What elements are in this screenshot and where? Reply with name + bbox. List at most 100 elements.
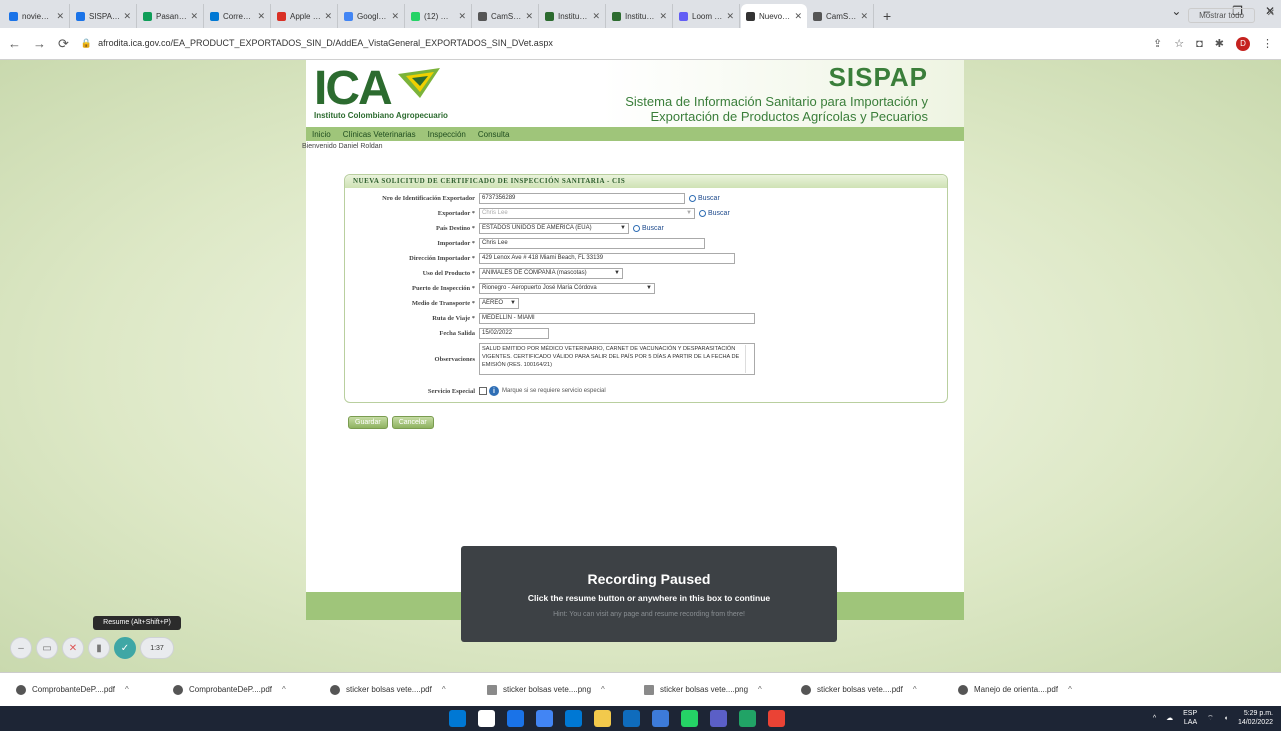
tab-close-icon[interactable]: ✕ — [592, 11, 600, 22]
taskbar-app-icon[interactable] — [710, 710, 727, 727]
browser-tab[interactable]: Loom | Fre✕ — [674, 4, 740, 28]
tab-close-icon[interactable]: ✕ — [391, 11, 399, 22]
menu-icon[interactable]: ⋮ — [1262, 37, 1273, 50]
browser-tab[interactable]: CamScann✕ — [473, 4, 539, 28]
collapse-icon[interactable]: – — [10, 637, 32, 659]
buscar-exportador-id-button[interactable]: Buscar — [689, 194, 720, 202]
recording-paused-box[interactable]: Recording Paused Click the resume button… — [461, 546, 837, 642]
tab-search-icon[interactable]: ⌄ — [1171, 4, 1181, 18]
tray-chevron-icon[interactable]: ^ — [1153, 715, 1156, 722]
download-item[interactable]: sticker bolsas vete....pdf ^ — [791, 684, 948, 695]
forward-icon[interactable]: → — [33, 36, 46, 51]
browser-tab[interactable]: Correo: Dia✕ — [205, 4, 271, 28]
tab-close-icon[interactable]: ✕ — [324, 11, 332, 22]
chevron-up-icon[interactable]: ^ — [1068, 685, 1072, 694]
tab-close-icon[interactable]: ✕ — [458, 11, 466, 22]
download-item[interactable]: sticker bolsas vete....png ^ — [634, 684, 791, 695]
chevron-up-icon[interactable]: ^ — [601, 685, 605, 694]
bookmark-star-icon[interactable]: ☆ — [1174, 37, 1184, 50]
download-item[interactable]: ComprobanteDeP....pdf ^ — [6, 684, 163, 695]
cancel-recording-icon[interactable]: ✕ — [62, 637, 84, 659]
browser-tab[interactable]: Apple Mus✕ — [272, 4, 338, 28]
close-downloads-icon[interactable]: ✕ — [1267, 8, 1275, 19]
tab-close-icon[interactable]: ✕ — [123, 11, 131, 22]
menu-consulta[interactable]: Consulta — [478, 130, 510, 139]
cancelar-button[interactable]: Cancelar — [391, 416, 434, 429]
puerto-select[interactable]: Rionegro - Aeropuerto José María Córdova — [479, 282, 655, 294]
taskbar-app-icon[interactable] — [652, 710, 669, 727]
finish-recording-icon[interactable]: ✓ — [114, 637, 136, 659]
browser-tab[interactable]: SISPAP - Di✕ — [71, 4, 137, 28]
browser-tab[interactable]: Instituto Co✕ — [540, 4, 606, 28]
url-field[interactable]: 🔒 afrodita.ica.gov.co/EA_PRODUCT_EXPORTAD… — [81, 38, 1153, 49]
nro-id-input[interactable]: 6737356289 — [479, 192, 685, 204]
puzzle-icon[interactable]: ✱ — [1215, 37, 1224, 50]
menu-inicio[interactable]: Inicio — [312, 130, 331, 139]
tab-close-icon[interactable]: ✕ — [860, 11, 868, 22]
exportador-select[interactable]: Chris Lee — [479, 207, 695, 219]
browser-tab[interactable]: Instituto Co✕ — [607, 4, 673, 28]
tray-cloud-icon[interactable]: ☁ — [1166, 714, 1173, 722]
resume-icon[interactable]: ▮ — [88, 637, 110, 659]
taskbar-app-icon[interactable] — [768, 710, 785, 727]
chevron-up-icon[interactable]: ^ — [282, 685, 286, 694]
new-tab-button[interactable]: + — [875, 8, 899, 28]
download-item[interactable]: sticker bolsas vete....png ^ — [477, 684, 634, 695]
share-icon[interactable]: ⇪ — [1153, 37, 1162, 50]
tab-close-icon[interactable]: ✕ — [56, 11, 64, 22]
uso-select[interactable]: ANIMALES DE COMPAÑÍA (mascotas) — [479, 267, 623, 279]
clock[interactable]: 5:29 p.m. 14/02/2022 — [1238, 709, 1273, 727]
browser-tab[interactable]: noviembre✕ — [4, 4, 70, 28]
direccion-input[interactable]: 429 Lenox Ave # 418 Miami Beach, FL 3313… — [479, 252, 735, 264]
tab-close-icon[interactable]: ✕ — [794, 11, 802, 22]
volume-icon[interactable]: ◖ — [1224, 715, 1228, 722]
back-icon[interactable]: ← — [8, 36, 21, 51]
wifi-icon[interactable]: ⌔ — [1207, 714, 1214, 723]
browser-tab[interactable]: Google Cal✕ — [339, 4, 405, 28]
taskbar-app-icon[interactable] — [536, 710, 553, 727]
servicio-especial-checkbox[interactable] — [479, 387, 487, 395]
tab-close-icon[interactable]: ✕ — [659, 11, 667, 22]
chevron-up-icon[interactable]: ^ — [125, 685, 129, 694]
ruta-input[interactable]: MEDELLÍN - MIAMI — [479, 312, 755, 324]
taskbar-app-icon[interactable] — [739, 710, 756, 727]
medio-select[interactable]: AÉREO — [479, 297, 519, 309]
browser-tab[interactable]: (12) Whats✕ — [406, 4, 472, 28]
download-item[interactable]: Manejo de orienta....pdf ^ — [948, 684, 1105, 695]
textarea-scrollbar[interactable] — [745, 345, 753, 373]
buscar-pais-button[interactable]: Buscar — [633, 224, 664, 232]
download-item[interactable]: sticker bolsas vete....pdf ^ — [320, 684, 477, 695]
pais-destino-select[interactable]: ESTADOS UNIDOS DE AMERICA (EUA) — [479, 222, 629, 234]
tab-close-icon[interactable]: ✕ — [190, 11, 198, 22]
language-indicator[interactable]: ESP LAA — [1183, 709, 1197, 727]
tab-close-icon[interactable]: ✕ — [525, 11, 533, 22]
chevron-up-icon[interactable]: ^ — [442, 685, 446, 694]
browser-tab[interactable]: Nuevo CIS✕ — [741, 4, 807, 28]
browser-tab[interactable]: CamScann✕ — [808, 4, 874, 28]
reload-icon[interactable]: ⟳ — [58, 36, 69, 52]
taskbar-app-icon[interactable] — [681, 710, 698, 727]
profile-avatar[interactable]: D — [1236, 36, 1250, 51]
camera-icon[interactable]: ▭ — [36, 637, 58, 659]
chevron-up-icon[interactable]: ^ — [758, 685, 762, 694]
guardar-button[interactable]: Guardar — [348, 416, 388, 429]
taskbar-app-icon[interactable] — [594, 710, 611, 727]
taskbar-app-icon[interactable] — [565, 710, 582, 727]
taskbar-app-icon[interactable] — [449, 710, 466, 727]
taskbar-app-icon[interactable] — [507, 710, 524, 727]
extension-icon[interactable]: ◘ — [1196, 38, 1203, 50]
observaciones-textarea[interactable]: SALUD EMITIDO POR MÉDICO VETERINARIO, CA… — [479, 343, 755, 375]
taskbar-app-icon[interactable] — [478, 710, 495, 727]
tab-close-icon[interactable]: ✕ — [726, 11, 734, 22]
browser-tab[interactable]: Pasantes in✕ — [138, 4, 204, 28]
menu-inspeccion[interactable]: Inspección — [428, 130, 466, 139]
download-item[interactable]: ComprobanteDeP....pdf ^ — [163, 684, 320, 695]
show-all-downloads-button[interactable]: Mostrar todo — [1188, 8, 1255, 23]
tab-close-icon[interactable]: ✕ — [257, 11, 265, 22]
fecha-input[interactable]: 15/02/2022 — [479, 327, 549, 339]
taskbar-app-icon[interactable] — [623, 710, 640, 727]
menu-clinicas[interactable]: Clínicas Veterinarias — [343, 130, 416, 139]
chevron-up-icon[interactable]: ^ — [913, 685, 917, 694]
importador-input[interactable]: Chris Lee — [479, 237, 705, 249]
buscar-exportador-button[interactable]: Buscar — [699, 209, 730, 217]
